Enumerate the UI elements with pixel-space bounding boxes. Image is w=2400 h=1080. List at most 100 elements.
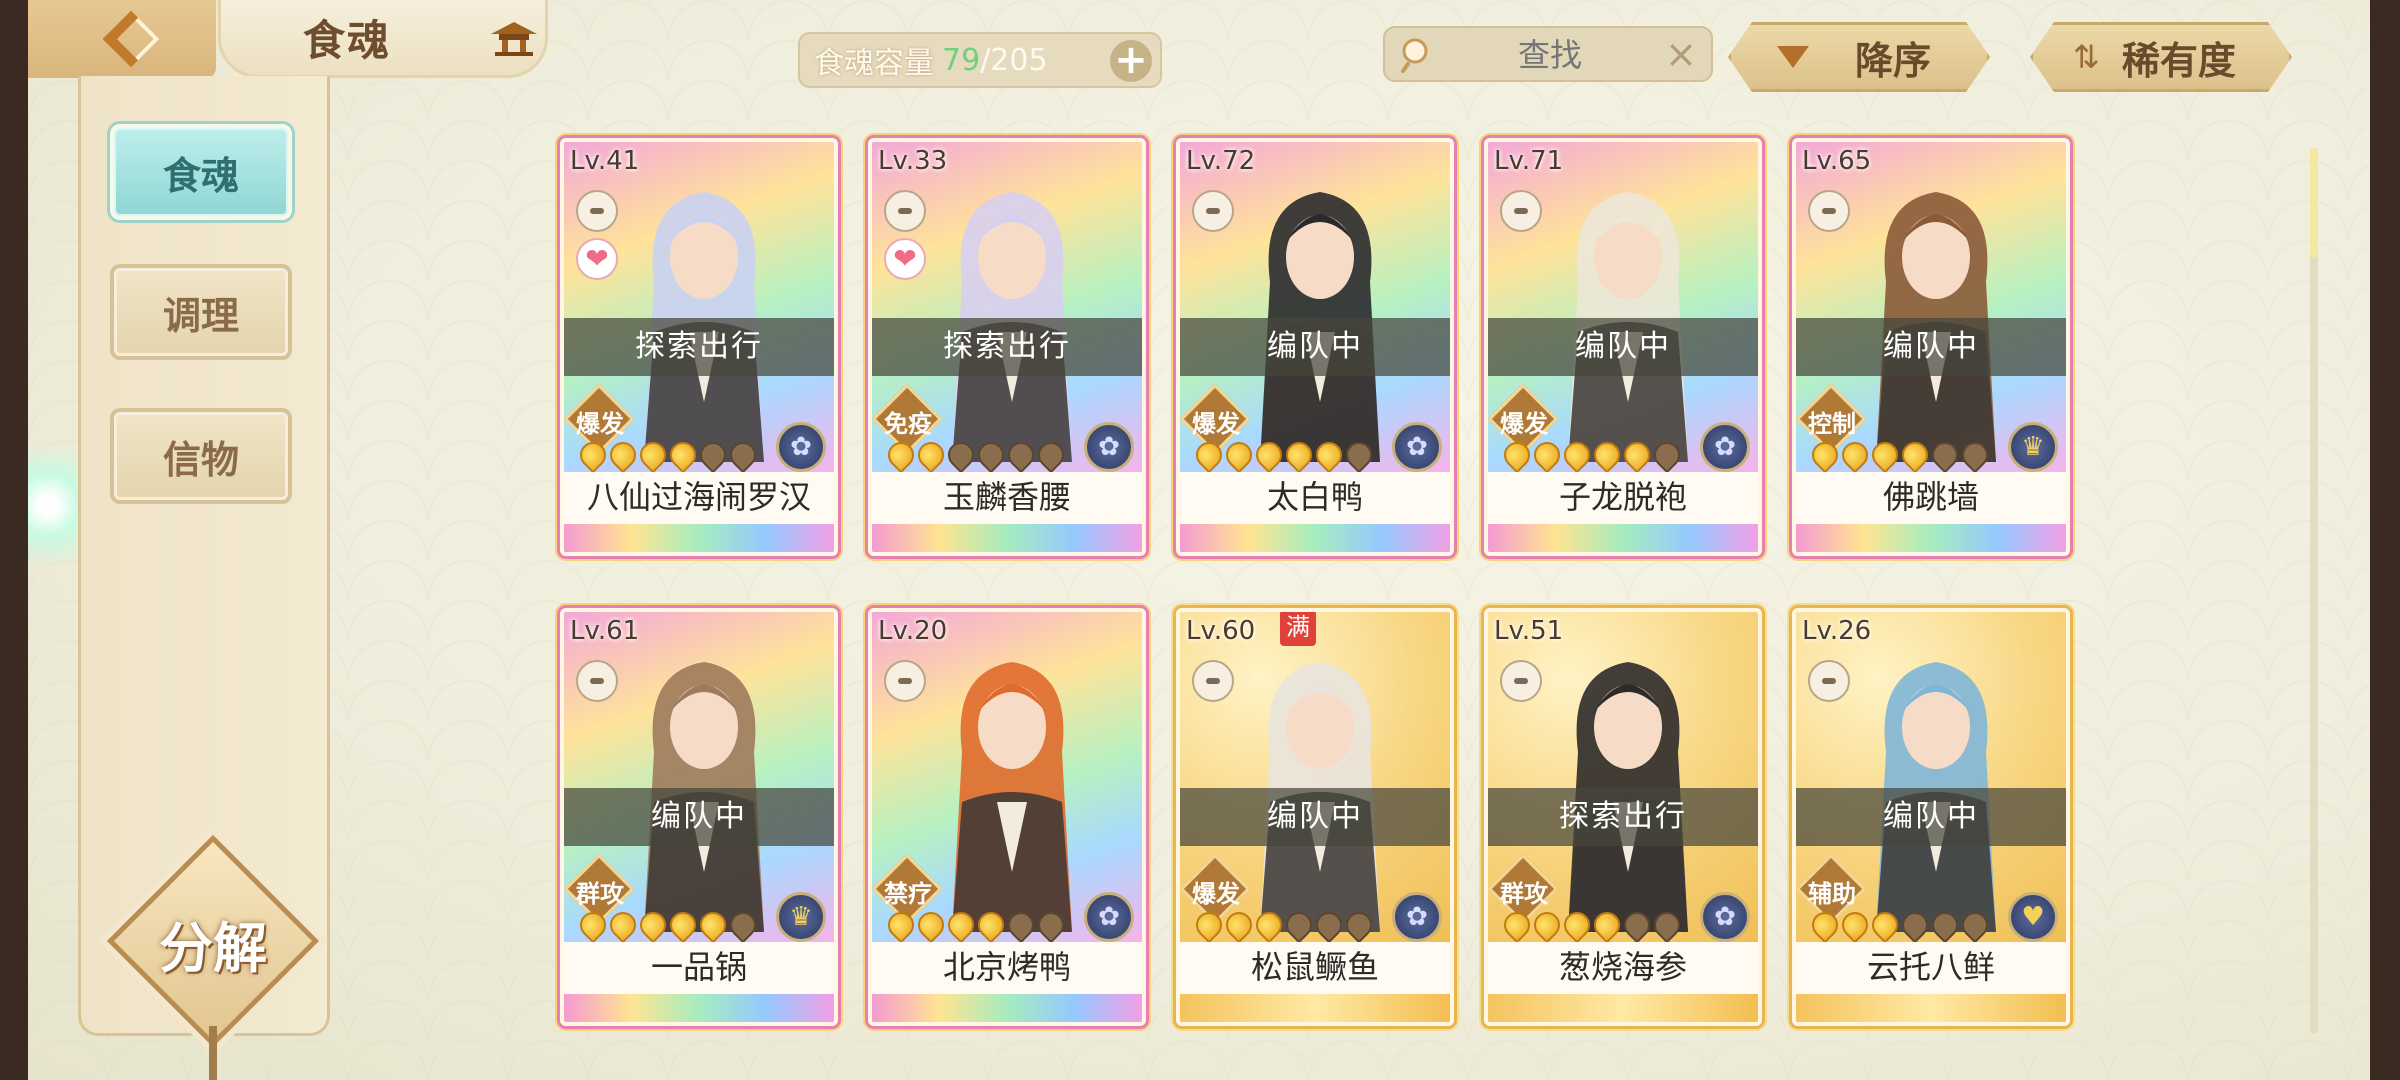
capacity-add-button[interactable]: + bbox=[1110, 40, 1152, 82]
lock-toggle-icon[interactable] bbox=[884, 660, 926, 702]
flame-star-empty-icon bbox=[1956, 906, 1994, 944]
role-type-label: 爆发 bbox=[576, 410, 624, 438]
tab-food-soul[interactable]: 食魂 bbox=[110, 124, 292, 220]
lock-toggle-icon[interactable] bbox=[1500, 660, 1542, 702]
lock-toggle-icon[interactable] bbox=[1192, 190, 1234, 232]
flame-star-filled-icon bbox=[1806, 436, 1844, 474]
lock-toggle-icon[interactable] bbox=[576, 190, 618, 232]
lock-toggle-icon[interactable] bbox=[1192, 660, 1234, 702]
status-banner: 编队中 bbox=[1796, 318, 2066, 376]
triangle-down-icon bbox=[1777, 46, 1809, 68]
role-type-badge: 控制 bbox=[1796, 383, 1868, 455]
flame-star-filled-icon bbox=[574, 906, 612, 944]
card-rarity-footer bbox=[1488, 524, 1758, 552]
status-banner: 编队中 bbox=[564, 788, 834, 846]
left-panel: 食魂 调理 信物 分解 bbox=[78, 76, 330, 1080]
title-plate: 食魂 bbox=[218, 0, 548, 78]
flame-star-empty-icon bbox=[1926, 906, 1964, 944]
character-portrait bbox=[644, 192, 764, 462]
flame-star-filled-icon bbox=[972, 906, 1010, 944]
lock-toggle-icon[interactable] bbox=[1808, 190, 1850, 232]
search-input[interactable] bbox=[1445, 32, 1655, 78]
star-rank bbox=[1806, 906, 1994, 944]
role-type-badge: 群攻 bbox=[564, 853, 636, 925]
character-name: 太白鸭 bbox=[1180, 472, 1450, 524]
character-name: 北京烤鸭 bbox=[872, 942, 1142, 994]
character-card[interactable]: Lv.51 探索出行 群攻 ✿ 葱烧海参 bbox=[1484, 608, 1762, 1026]
flame-star-empty-icon bbox=[1340, 906, 1378, 944]
flame-star-filled-icon bbox=[882, 906, 920, 944]
flame-star-filled-icon bbox=[1866, 906, 1904, 944]
capacity-current: 79 bbox=[942, 42, 981, 78]
character-level: Lv.71 bbox=[1494, 146, 1564, 176]
role-type-label: 辅助 bbox=[1808, 880, 1856, 908]
back-button[interactable] bbox=[28, 0, 216, 78]
character-card-grid: Lv.41 ❤ 探索出行 爆发 ✿ 八仙过海闹罗汉 Lv.33 ❤ 探索出行 免疫 ✿ 玉麟香腰 Lv.… bbox=[560, 138, 2120, 1038]
character-card[interactable]: Lv.20 禁疗 ✿ 北京烤鸭 bbox=[868, 608, 1146, 1026]
star-rank bbox=[1190, 906, 1378, 944]
heart-icon: ♥ bbox=[2008, 892, 2058, 942]
search-clear-button[interactable]: × bbox=[1665, 34, 1697, 74]
flame-star-empty-icon bbox=[1032, 436, 1070, 474]
flame-star-filled-icon bbox=[1896, 436, 1934, 474]
star-rank bbox=[574, 906, 762, 944]
tab-conditioning[interactable]: 调理 bbox=[110, 264, 292, 360]
character-card[interactable]: Lv.60 满编队中 爆发 ✿ 松鼠鳜鱼 bbox=[1176, 608, 1454, 1026]
tab-keepsake[interactable]: 信物 bbox=[110, 408, 292, 504]
character-name: 葱烧海参 bbox=[1488, 942, 1758, 994]
flame-star-filled-icon bbox=[1618, 436, 1656, 474]
star-rank bbox=[882, 436, 1070, 474]
sort-order-button[interactable]: 降序 bbox=[1728, 22, 1990, 92]
flame-star-filled-icon bbox=[882, 436, 920, 474]
lock-toggle-icon[interactable] bbox=[884, 190, 926, 232]
role-type-label: 禁疗 bbox=[884, 880, 932, 908]
flame-star-filled-icon bbox=[634, 436, 672, 474]
flame-star-filled-icon bbox=[1836, 436, 1874, 474]
star-rank bbox=[1806, 436, 1994, 474]
character-portrait bbox=[952, 662, 1072, 932]
flame-star-filled-icon bbox=[942, 906, 980, 944]
character-name: 一品锅 bbox=[564, 942, 834, 994]
character-card[interactable]: Lv.61 编队中 群攻 ♛ 一品锅 bbox=[560, 608, 838, 1026]
flame-star-empty-icon bbox=[1280, 906, 1318, 944]
lamp-icon: ♛ bbox=[776, 892, 826, 942]
scrollbar[interactable] bbox=[2310, 148, 2318, 1034]
star-rank bbox=[1498, 906, 1686, 944]
lock-toggle-icon[interactable] bbox=[1500, 190, 1542, 232]
character-card[interactable]: Lv.33 ❤ 探索出行 免疫 ✿ 玉麟香腰 bbox=[868, 138, 1146, 556]
character-card[interactable]: Lv.71 编队中 爆发 ✿ 子龙脱袍 bbox=[1484, 138, 1762, 556]
pavilion-icon[interactable] bbox=[489, 18, 539, 58]
flame-star-filled-icon bbox=[1836, 906, 1874, 944]
flame-star-filled-icon bbox=[1190, 906, 1228, 944]
flame-star-filled-icon bbox=[634, 906, 672, 944]
card-rarity-footer bbox=[872, 524, 1142, 552]
status-banner: 探索出行 bbox=[1488, 788, 1758, 846]
flame-star-filled-icon bbox=[912, 906, 950, 944]
decompose-label[interactable]: 分解 bbox=[138, 888, 288, 998]
heart-icon[interactable]: ❤ bbox=[576, 238, 618, 280]
flame-star-filled-icon bbox=[1806, 906, 1844, 944]
star-rank bbox=[1498, 436, 1686, 474]
card-rarity-footer bbox=[1796, 994, 2066, 1022]
role-type-badge: 辅助 bbox=[1796, 853, 1868, 925]
status-banner: 编队中 bbox=[1180, 788, 1450, 846]
capacity-display: 食魂容量 79 / 205 + bbox=[798, 32, 1162, 88]
status-banner: 编队中 bbox=[1180, 318, 1450, 376]
flame-star-filled-icon bbox=[694, 906, 732, 944]
lamp-icon: ♛ bbox=[2008, 422, 2058, 472]
character-card[interactable]: Lv.65 编队中 控制 ♛ 佛跳墙 bbox=[1792, 138, 2070, 556]
lock-toggle-icon[interactable] bbox=[1808, 660, 1850, 702]
scroll-thumb[interactable] bbox=[2310, 148, 2318, 258]
character-card[interactable]: Lv.41 ❤ 探索出行 爆发 ✿ 八仙过海闹罗汉 bbox=[560, 138, 838, 556]
status-banner: 编队中 bbox=[1488, 318, 1758, 376]
character-card[interactable]: Lv.26 编队中 辅助 ♥ 云托八鲜 bbox=[1792, 608, 2070, 1026]
rarity-sort-button[interactable]: ⇅ 稀有度 bbox=[2030, 22, 2292, 92]
flame-star-filled-icon bbox=[604, 436, 642, 474]
heart-icon[interactable]: ❤ bbox=[884, 238, 926, 280]
flame-star-filled-icon bbox=[1528, 906, 1566, 944]
flame-star-empty-icon bbox=[942, 436, 980, 474]
flame-star-empty-icon bbox=[1648, 906, 1686, 944]
role-type-label: 爆发 bbox=[1192, 880, 1240, 908]
character-card[interactable]: Lv.72 编队中 爆发 ✿ 太白鸭 bbox=[1176, 138, 1454, 556]
lock-toggle-icon[interactable] bbox=[576, 660, 618, 702]
